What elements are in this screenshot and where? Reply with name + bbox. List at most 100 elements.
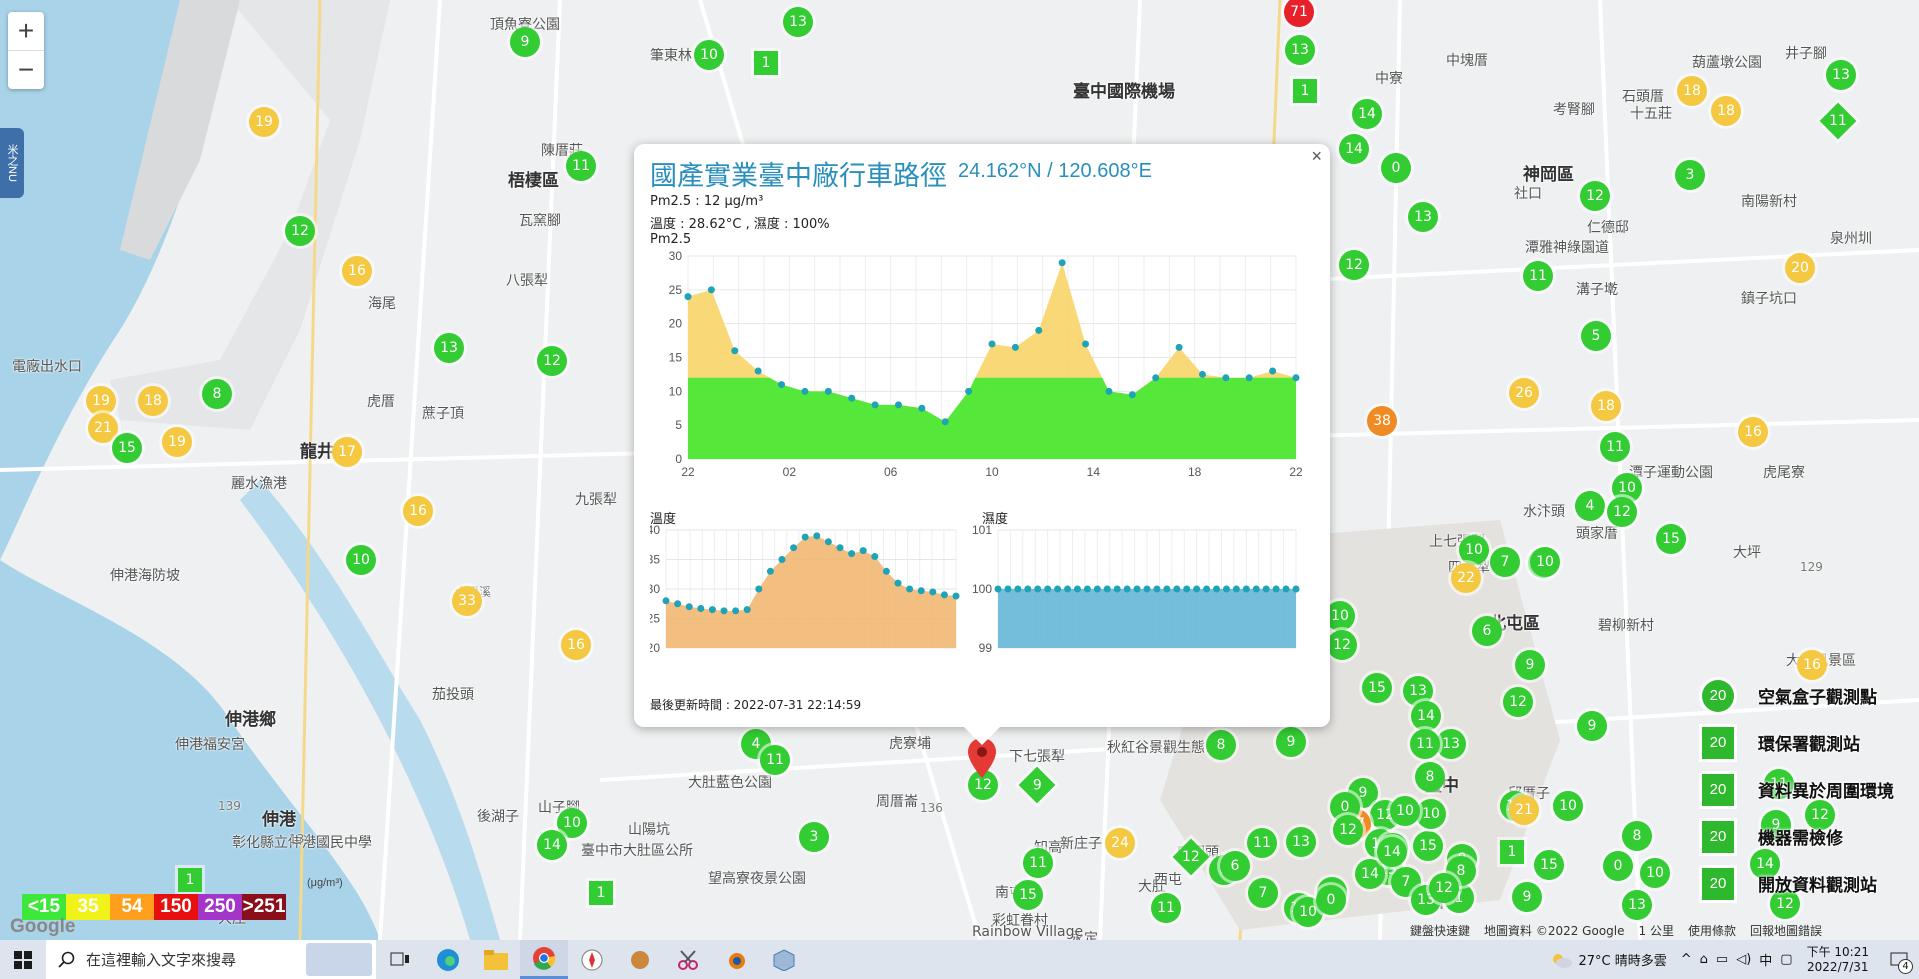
station-marker[interactable]: 12 xyxy=(1580,181,1610,211)
station-marker[interactable]: 13 xyxy=(1286,827,1316,857)
station-marker[interactable]: 0 xyxy=(1603,851,1633,881)
station-marker[interactable]: 13 xyxy=(783,7,813,37)
volume-icon[interactable]: ◁) xyxy=(1736,952,1751,967)
file-explorer-app[interactable] xyxy=(472,940,520,979)
task-view-button[interactable] xyxy=(376,940,424,979)
station-marker[interactable]: 10 xyxy=(346,545,376,575)
station-marker[interactable]: 12 xyxy=(1333,815,1363,845)
close-icon[interactable]: × xyxy=(1311,146,1322,167)
station-marker[interactable]: 15 xyxy=(1362,673,1392,703)
ime-mode-icon[interactable]: ▢ xyxy=(1780,952,1792,967)
station-marker[interactable]: 10 xyxy=(1390,796,1420,826)
scale-label[interactable]: 1 公里 xyxy=(1639,922,1674,940)
station-marker[interactable]: 14 xyxy=(537,830,567,860)
station-marker[interactable]: 8 xyxy=(1415,762,1445,792)
station-marker[interactable]: 18 xyxy=(138,386,168,416)
keyboard-shortcuts-link[interactable]: 鍵盤快速鍵 xyxy=(1410,922,1470,940)
station-marker[interactable]: 8 xyxy=(202,379,232,409)
zoom-out-button[interactable]: − xyxy=(8,50,44,89)
station-marker[interactable]: 24 xyxy=(1105,828,1135,858)
station-marker[interactable]: 13 xyxy=(1285,35,1315,65)
station-marker[interactable]: 11 xyxy=(1247,828,1277,858)
epa-station-marker[interactable]: 1 xyxy=(1500,840,1524,864)
station-marker[interactable]: 9 xyxy=(1577,711,1607,741)
station-marker[interactable]: 13 xyxy=(434,333,464,363)
station-marker[interactable]: 33 xyxy=(452,586,482,616)
station-marker[interactable]: 6 xyxy=(1472,616,1502,646)
station-marker[interactable]: 13 xyxy=(1622,890,1652,920)
station-marker[interactable]: 19 xyxy=(249,107,279,137)
station-marker[interactable]: 17 xyxy=(332,437,362,467)
station-marker[interactable]: 18 xyxy=(1591,391,1621,421)
station-marker[interactable]: 16 xyxy=(403,496,433,526)
zoom-in-button[interactable]: + xyxy=(8,12,44,50)
station-marker[interactable]: 8 xyxy=(1206,730,1236,760)
epa-station-marker[interactable]: 1 xyxy=(178,868,202,892)
station-marker[interactable]: 3 xyxy=(799,822,829,852)
station-marker[interactable]: 9 xyxy=(1512,882,1542,912)
station-marker[interactable]: 0 xyxy=(1381,153,1411,183)
station-marker[interactable]: 12 xyxy=(285,216,315,246)
station-marker[interactable]: 7 xyxy=(1490,547,1520,577)
station-marker[interactable]: 19 xyxy=(86,386,116,416)
station-marker[interactable]: 12 xyxy=(1503,687,1533,717)
station-marker[interactable]: 20 xyxy=(1785,253,1815,283)
map-area[interactable]: 頂魚寮公園 筆東林 臺中國際機場 中寮 中塊厝 葫蘆墩公園 井子腳 石頭厝 十五莊 考腎腳 梧棲區陳… xyxy=(0,0,1919,940)
chrome-app[interactable] xyxy=(520,940,568,979)
station-marker[interactable]: 26 xyxy=(1509,378,1539,408)
station-marker[interactable]: 9 xyxy=(1276,727,1306,757)
station-marker[interactable]: 10 xyxy=(1530,547,1560,577)
station-marker[interactable]: 12 xyxy=(1339,250,1369,280)
station-marker[interactable]: 10 xyxy=(1416,799,1446,829)
station-marker[interactable]: 11 xyxy=(1600,432,1630,462)
epa-station-marker[interactable]: 1 xyxy=(754,51,778,75)
taskbar-search[interactable]: 在這裡輸入文字來搜尋 xyxy=(46,940,376,979)
station-marker[interactable]: 9 xyxy=(510,27,540,57)
station-marker[interactable]: 7 xyxy=(1248,878,1278,908)
station-marker[interactable]: 15 xyxy=(1534,850,1564,880)
virtual-box-app[interactable] xyxy=(760,940,808,979)
station-marker[interactable]: 13 xyxy=(1408,202,1438,232)
station-marker[interactable]: 15 xyxy=(1413,831,1443,861)
station-marker[interactable]: 38 xyxy=(1367,406,1397,436)
station-marker[interactable]: 12 xyxy=(1429,873,1459,903)
station-marker[interactable]: 10 xyxy=(694,40,724,70)
station-marker[interactable]: 8 xyxy=(1622,821,1652,851)
snipping-app[interactable] xyxy=(664,940,712,979)
station-marker[interactable]: 11 xyxy=(760,745,790,775)
station-marker[interactable]: 12 xyxy=(537,346,567,376)
station-marker[interactable]: 22 xyxy=(1451,563,1481,593)
station-marker[interactable]: 14 xyxy=(1352,99,1382,129)
station-marker[interactable]: 16 xyxy=(1738,417,1768,447)
station-marker[interactable]: 11 xyxy=(1023,848,1053,878)
station-marker[interactable]: 18 xyxy=(1711,96,1741,126)
blender-app[interactable] xyxy=(712,940,760,979)
station-marker[interactable]: 14 xyxy=(1377,837,1407,867)
station-marker[interactable]: 11 xyxy=(566,151,596,181)
station-marker[interactable]: 3 xyxy=(1675,160,1705,190)
start-button[interactable] xyxy=(0,940,46,979)
station-marker[interactable]: 15 xyxy=(112,433,142,463)
chevron-up-icon[interactable]: ^ xyxy=(1681,952,1692,967)
station-marker[interactable]: 19 xyxy=(162,427,192,457)
station-marker[interactable]: 21 xyxy=(88,413,118,443)
ime-indicator[interactable]: 中 xyxy=(1759,950,1772,969)
station-marker[interactable]: 11 xyxy=(1151,893,1181,923)
station-marker[interactable]: 11 xyxy=(1410,729,1440,759)
station-marker[interactable]: 21 xyxy=(1509,795,1539,825)
station-marker[interactable]: 6 xyxy=(1220,851,1250,881)
station-marker[interactable]: 11 xyxy=(1523,261,1553,291)
network-icon[interactable]: ⌂ xyxy=(1700,952,1708,967)
station-marker[interactable]: 14 xyxy=(1411,701,1441,731)
station-marker[interactable]: 15 xyxy=(1013,880,1043,910)
station-marker[interactable]: 14 xyxy=(1355,859,1385,889)
clock[interactable]: 下午 10:21 2022/7/31 xyxy=(1807,945,1869,975)
station-marker[interactable]: 14 xyxy=(1339,134,1369,164)
station-marker[interactable]: 12 xyxy=(1327,630,1357,660)
compass-app[interactable] xyxy=(568,940,616,979)
weather-text[interactable]: 27°C 晴時多雲 xyxy=(1578,950,1666,969)
station-marker[interactable]: 16 xyxy=(561,630,591,660)
station-marker[interactable]: 5 xyxy=(1581,321,1611,351)
epa-station-marker[interactable]: 1 xyxy=(589,881,613,905)
station-marker[interactable]: 13 xyxy=(1826,60,1856,90)
